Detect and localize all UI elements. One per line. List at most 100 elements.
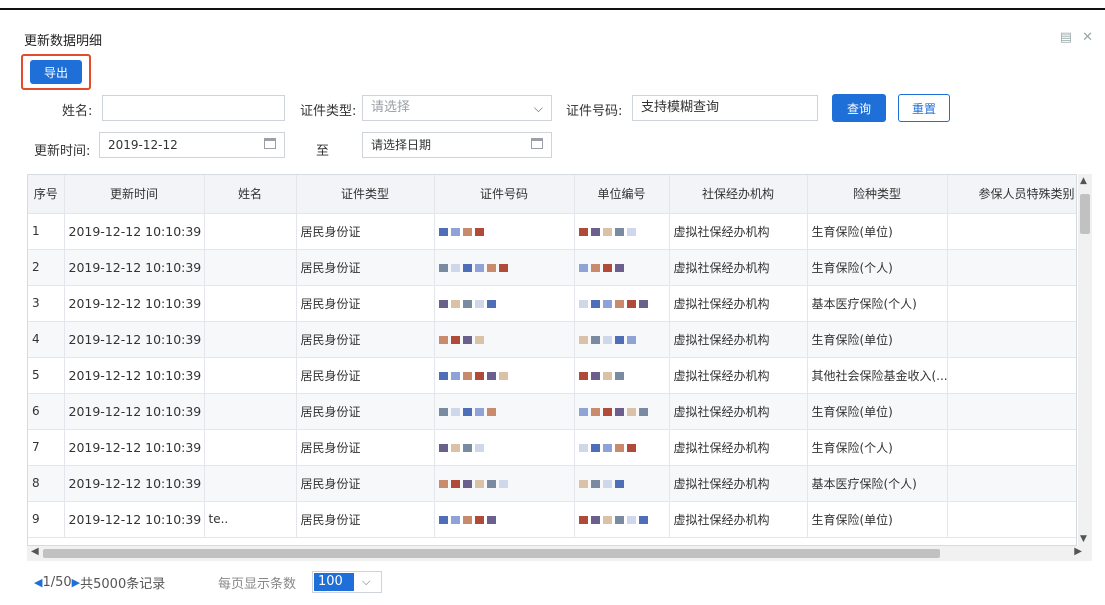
redaction-block (462, 407, 472, 416)
print-icon[interactable]: ▤ (1060, 30, 1072, 45)
redaction-block (450, 443, 460, 452)
search-button[interactable]: 查询 (832, 94, 886, 122)
calendar-icon[interactable] (264, 138, 276, 149)
scrollbar-thumb[interactable] (43, 549, 940, 558)
id-number-label: 证件号码: (566, 104, 623, 119)
id-type-cell: 居民身份证 (296, 429, 435, 466)
column-header[interactable]: 证件类型 (296, 175, 435, 214)
id-type-select[interactable]: 请选择 ⌵ (362, 95, 552, 121)
column-header[interactable]: 单位编号 (574, 175, 670, 214)
pagination: ◀ 1/50 ▶ 共5000条记录 (34, 573, 165, 592)
redaction-block (462, 443, 472, 452)
update-time-to-input[interactable]: 请选择日期 (362, 132, 552, 158)
column-header[interactable]: 更新时间 (64, 175, 205, 214)
redaction-block (474, 443, 484, 452)
column-header[interactable]: 社保经办机构 (669, 175, 808, 214)
row-number: 2 (28, 249, 65, 286)
column-header[interactable]: 序号 (28, 175, 65, 214)
redaction-block (614, 263, 624, 272)
redaction-block (590, 335, 600, 344)
agency-cell: 虚拟社保经办机构 (669, 213, 808, 250)
redaction-block (438, 263, 448, 272)
redaction-block (486, 407, 496, 416)
redaction-mosaic (438, 479, 508, 488)
table-row[interactable]: 2 2019-12-12 10:10:39 居民身份证 虚拟社保经办机构 生育保… (28, 249, 1076, 286)
redaction-block (474, 299, 484, 308)
unit-code-cell-redacted (574, 357, 670, 394)
vertical-scrollbar[interactable]: ▲ ▼ (1078, 174, 1092, 546)
insurance-type-cell: 基本医疗保险(个人) (807, 465, 948, 502)
table-row[interactable]: 8 2019-12-12 10:10:39 居民身份证 虚拟社保经办机构 基本医… (28, 465, 1076, 502)
scroll-left-icon[interactable]: ◀ (31, 546, 39, 557)
table-row[interactable]: 5 2019-12-12 10:10:39 居民身份证 虚拟社保经办机构 其他社… (28, 357, 1076, 394)
redaction-block (438, 371, 448, 380)
export-highlight: 导出 (21, 54, 91, 90)
redaction-block (462, 335, 472, 344)
table-row[interactable]: 4 2019-12-12 10:10:39 居民身份证 虚拟社保经办机构 生育保… (28, 321, 1076, 358)
table-row[interactable]: 1 2019-12-12 10:10:39 居民身份证 虚拟社保经办机构 生育保… (28, 213, 1076, 250)
update-time-cell: 2019-12-12 10:10:39 (64, 213, 205, 250)
redaction-block (438, 443, 448, 452)
reset-button[interactable]: 重置 (898, 94, 950, 122)
redaction-block (450, 479, 460, 488)
redaction-block (638, 407, 648, 416)
redaction-block (450, 299, 460, 308)
update-time-cell: 2019-12-12 10:10:39 (64, 501, 205, 538)
insurance-type-cell: 其他社会保险基金收入(... (807, 357, 948, 394)
row-number: 6 (28, 393, 65, 430)
update-time-from-input[interactable]: 2019-12-12 (99, 132, 285, 158)
table-row[interactable]: 3 2019-12-12 10:10:39 居民身份证 虚拟社保经办机构 基本医… (28, 285, 1076, 322)
scroll-down-icon[interactable]: ▼ (1080, 534, 1087, 544)
scrollbar-thumb[interactable] (1080, 194, 1090, 234)
update-time-cell: 2019-12-12 10:10:39 (64, 393, 205, 430)
insurance-type-cell: 生育保险(个人) (807, 429, 948, 466)
redaction-block (590, 479, 600, 488)
id-type-cell: 居民身份证 (296, 321, 435, 358)
agency-cell: 虚拟社保经办机构 (669, 285, 808, 322)
redaction-mosaic (438, 299, 496, 308)
table-header-row: 序号 更新时间 姓名 证件类型 证件号码 单位编号 社保经办机构 险种类型 参保… (28, 175, 1076, 214)
horizontal-scrollbar[interactable]: ◀ ▶ (27, 546, 1092, 561)
redaction-block (474, 479, 484, 488)
special-category-cell (947, 321, 1076, 358)
redaction-block (602, 299, 612, 308)
calendar-icon[interactable] (531, 138, 543, 149)
table-row[interactable]: 9 2019-12-12 10:10:39 te.. 居民身份证 虚拟社保经办机… (28, 501, 1076, 538)
redaction-block (450, 371, 460, 380)
table-row[interactable]: 6 2019-12-12 10:10:39 居民身份证 虚拟社保经办机构 生育保… (28, 393, 1076, 430)
column-header[interactable]: 参保人员特殊类别 (947, 175, 1076, 214)
redaction-mosaic (438, 335, 484, 344)
column-header[interactable]: 姓名 (204, 175, 297, 214)
redaction-mosaic (578, 263, 624, 272)
row-number: 4 (28, 321, 65, 358)
next-page-icon[interactable]: ▶ (72, 576, 80, 589)
column-header[interactable]: 证件号码 (434, 175, 575, 214)
name-cell: te.. (204, 501, 297, 538)
redaction-mosaic (578, 335, 636, 344)
column-header[interactable]: 险种类型 (807, 175, 948, 214)
id-type-cell: 居民身份证 (296, 393, 435, 430)
redaction-block (614, 371, 624, 380)
name-input[interactable] (102, 95, 285, 121)
table-row[interactable]: 7 2019-12-12 10:10:39 居民身份证 虚拟社保经办机构 生育保… (28, 429, 1076, 466)
id-number-input[interactable]: 支持模糊查询 (632, 95, 818, 121)
name-cell (204, 429, 297, 466)
redaction-block (602, 479, 612, 488)
scroll-right-icon[interactable]: ▶ (1074, 546, 1082, 557)
per-page-select[interactable]: 100 ⌵ (312, 571, 382, 593)
close-icon[interactable]: ✕ (1082, 30, 1093, 45)
redaction-block (474, 515, 484, 524)
scroll-up-icon[interactable]: ▲ (1080, 176, 1087, 186)
redaction-block (462, 479, 472, 488)
export-button[interactable]: 导出 (30, 60, 82, 84)
redaction-block (462, 299, 472, 308)
redaction-block (602, 227, 612, 236)
insurance-type-cell: 生育保险(单位) (807, 393, 948, 430)
id-type-cell: 居民身份证 (296, 501, 435, 538)
special-category-cell (947, 249, 1076, 286)
prev-page-icon[interactable]: ◀ (34, 576, 42, 589)
redaction-mosaic (578, 227, 636, 236)
name-cell (204, 285, 297, 322)
per-page-value: 100 (314, 573, 354, 591)
redaction-block (626, 407, 636, 416)
